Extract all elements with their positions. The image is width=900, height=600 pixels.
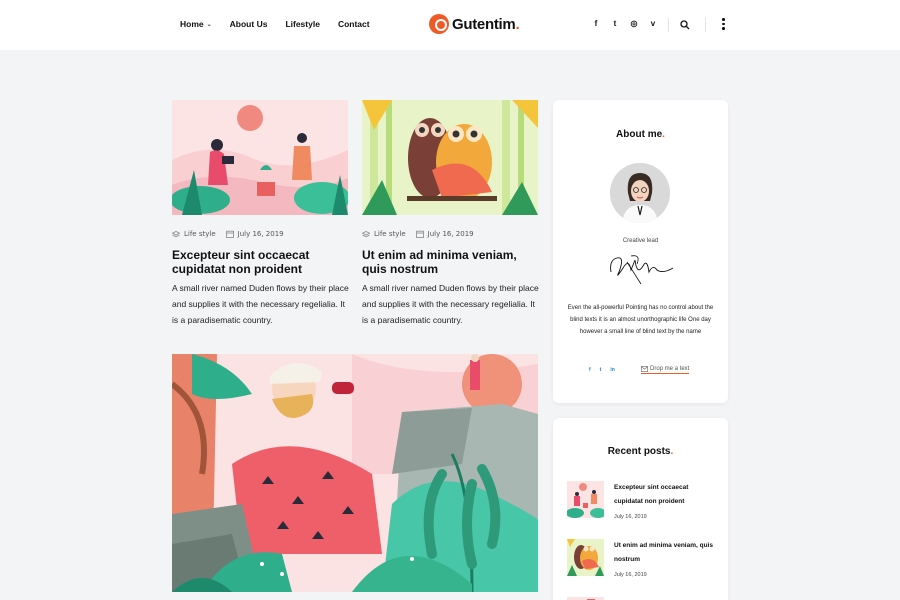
main-nav: Home ⌄ About Us Lifestyle Contact — [180, 19, 370, 29]
post-meta: Life style July 16, 2019 — [172, 230, 284, 238]
more-menu-icon[interactable] — [722, 18, 725, 30]
header-social-links: f t ◎ v — [592, 19, 657, 28]
nav-item-contact[interactable]: Contact — [338, 19, 370, 29]
search-icon[interactable] — [680, 17, 690, 35]
about-me-widget: About me. Creative lead Even the all-pow… — [553, 100, 728, 403]
logo-text: Gutentim. — [452, 15, 520, 33]
recent-post-title[interactable]: Ut enim ad minima veniam, quis nostrum — [614, 539, 714, 567]
vimeo-icon[interactable]: v — [649, 19, 657, 28]
nav-item-home[interactable]: Home ⌄ — [180, 19, 212, 29]
logo-mark-icon — [429, 14, 449, 34]
recent-posts-widget: Recent posts. Excepteur sint occaecat cu… — [553, 418, 728, 600]
post-date: July 16, 2019 — [415, 230, 474, 238]
divider — [668, 18, 669, 32]
calendar-icon — [415, 230, 424, 238]
recent-post-date: July 16, 2019 — [614, 572, 647, 578]
site-header: Home ⌄ About Us Lifestyle Contact Gutent… — [0, 0, 900, 50]
site-logo[interactable]: Gutentim. — [429, 14, 520, 34]
post-image[interactable] — [172, 100, 348, 215]
recent-post-item[interactable]: Excepteur sint occaecat cupidatat non pr… — [567, 481, 717, 523]
post-meta: Life style July 16, 2019 — [362, 230, 474, 238]
nav-item-label: About Us — [229, 19, 268, 29]
post-title[interactable]: Ut enim ad minima veniam, quis nostrum — [362, 248, 538, 276]
signature-image — [607, 250, 675, 291]
author-social-links: f t in — [589, 367, 615, 373]
nav-item-lifestyle[interactable]: Lifestyle — [285, 19, 320, 29]
drop-me-a-text-link[interactable]: Drop me a text — [641, 366, 690, 374]
author-bio: Even the all-powerful Pointing has no co… — [567, 305, 714, 335]
recent-post-item[interactable]: Ut enim ad minima veniam, quis nostrum J… — [567, 539, 717, 581]
recent-post-thumbnail[interactable] — [567, 481, 604, 518]
post-date: July 16, 2019 — [225, 230, 284, 238]
post-excerpt: A small river named Duden flows by their… — [362, 283, 539, 325]
featured-post-image[interactable] — [172, 354, 538, 592]
divider — [705, 18, 706, 32]
nav-item-label: Contact — [337, 19, 370, 29]
post-category[interactable]: Life style — [362, 230, 406, 238]
twitter-icon[interactable]: t — [600, 367, 602, 373]
nav-item-label: Lifestyle — [285, 19, 320, 29]
widget-title: Recent posts. — [607, 446, 674, 457]
instagram-icon[interactable]: ◎ — [630, 19, 638, 28]
mail-icon — [641, 366, 648, 372]
facebook-icon[interactable]: f — [592, 19, 600, 28]
recent-post-thumbnail[interactable] — [567, 539, 604, 576]
post-category[interactable]: Life style — [172, 230, 216, 238]
twitter-icon[interactable]: t — [611, 19, 619, 28]
author-role: Creative lead — [622, 238, 659, 244]
calendar-icon — [225, 230, 234, 238]
post-title[interactable]: Excepteur sint occaecat cupidatat non pr… — [172, 248, 352, 276]
nav-item-label: Home — [180, 19, 204, 29]
layers-icon — [172, 230, 180, 237]
widget-title: About me. — [616, 129, 665, 140]
post-excerpt: A small river named Duden flows by their… — [172, 283, 349, 325]
facebook-icon[interactable]: f — [589, 367, 591, 373]
linkedin-icon[interactable]: in — [610, 367, 614, 373]
recent-post-title[interactable]: Excepteur sint occaecat cupidatat non pr… — [614, 481, 714, 509]
post-image[interactable] — [362, 100, 538, 215]
recent-post-date: July 16, 2019 — [614, 514, 647, 520]
avatar — [610, 163, 670, 223]
nav-item-about-us[interactable]: About Us — [230, 19, 268, 29]
layers-icon — [362, 230, 370, 237]
chevron-down-icon: ⌄ — [206, 21, 212, 28]
